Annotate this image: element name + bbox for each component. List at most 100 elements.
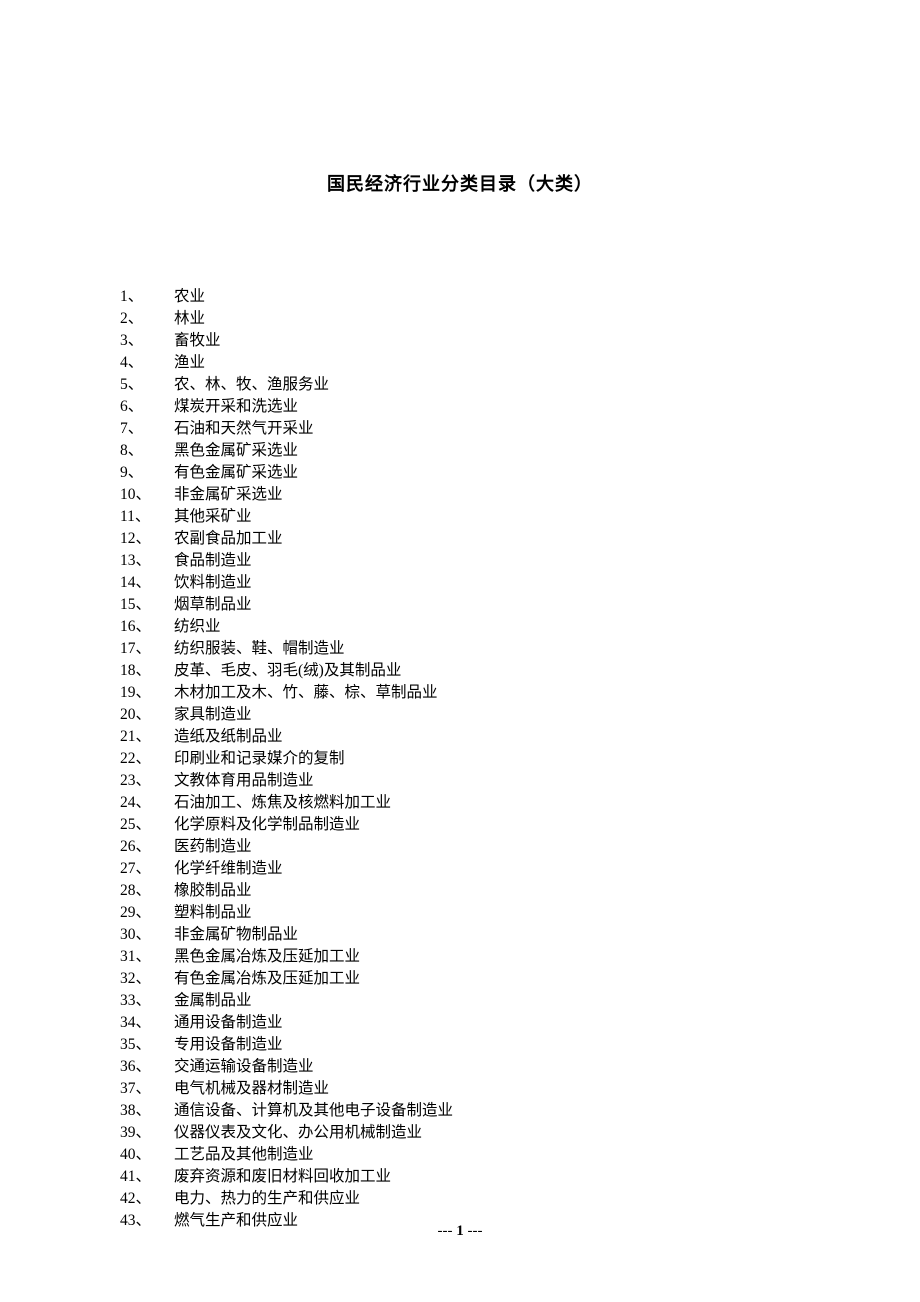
- list-item-label: 石油和天然气开采业: [174, 418, 800, 440]
- list-item: 27、化学纤维制造业: [120, 858, 800, 880]
- list-item-number: 6、: [120, 396, 174, 418]
- list-item: 31、黑色金属冶炼及压延加工业: [120, 946, 800, 968]
- list-item: 21、造纸及纸制品业: [120, 726, 800, 748]
- list-item: 2、林业: [120, 308, 800, 330]
- list-item: 1、农业: [120, 286, 800, 308]
- list-item-number: 40、: [120, 1144, 174, 1166]
- list-item-label: 非金属矿物制品业: [174, 924, 800, 946]
- list-item-number: 5、: [120, 374, 174, 396]
- list-item: 10、非金属矿采选业: [120, 484, 800, 506]
- list-item-label: 有色金属冶炼及压延加工业: [174, 968, 800, 990]
- list-item-number: 22、: [120, 748, 174, 770]
- list-item-label: 林业: [174, 308, 800, 330]
- list-item: 12、农副食品加工业: [120, 528, 800, 550]
- list-item: 3、畜牧业: [120, 330, 800, 352]
- list-item-label: 农、林、牧、渔服务业: [174, 374, 800, 396]
- list-item-number: 15、: [120, 594, 174, 616]
- list-item-number: 35、: [120, 1034, 174, 1056]
- category-list: 1、农业2、林业3、畜牧业4、渔业5、农、林、牧、渔服务业6、煤炭开采和洗选业7…: [120, 286, 800, 1232]
- list-item-label: 石油加工、炼焦及核燃料加工业: [174, 792, 800, 814]
- list-item: 15、烟草制品业: [120, 594, 800, 616]
- page-number: 1: [456, 1223, 464, 1239]
- list-item: 29、塑料制品业: [120, 902, 800, 924]
- list-item-number: 26、: [120, 836, 174, 858]
- list-item: 13、食品制造业: [120, 550, 800, 572]
- list-item: 8、黑色金属矿采选业: [120, 440, 800, 462]
- list-item-number: 17、: [120, 638, 174, 660]
- list-item-label: 工艺品及其他制造业: [174, 1144, 800, 1166]
- list-item-label: 饮料制造业: [174, 572, 800, 594]
- list-item-label: 造纸及纸制品业: [174, 726, 800, 748]
- list-item-number: 34、: [120, 1012, 174, 1034]
- list-item: 24、石油加工、炼焦及核燃料加工业: [120, 792, 800, 814]
- list-item-label: 非金属矿采选业: [174, 484, 800, 506]
- list-item-number: 32、: [120, 968, 174, 990]
- list-item-number: 9、: [120, 462, 174, 484]
- list-item: 22、印刷业和记录媒介的复制: [120, 748, 800, 770]
- list-item-number: 28、: [120, 880, 174, 902]
- list-item: 35、专用设备制造业: [120, 1034, 800, 1056]
- list-item-number: 11、: [120, 506, 174, 528]
- list-item-number: 3、: [120, 330, 174, 352]
- list-item-label: 农业: [174, 286, 800, 308]
- list-item-label: 化学纤维制造业: [174, 858, 800, 880]
- list-item: 38、通信设备、计算机及其他电子设备制造业: [120, 1100, 800, 1122]
- list-item: 42、电力、热力的生产和供应业: [120, 1188, 800, 1210]
- document-page: 国民经济行业分类目录（大类） 1、农业2、林业3、畜牧业4、渔业5、农、林、牧、…: [0, 0, 920, 1232]
- list-item-number: 25、: [120, 814, 174, 836]
- list-item: 5、农、林、牧、渔服务业: [120, 374, 800, 396]
- list-item-label: 煤炭开采和洗选业: [174, 396, 800, 418]
- list-item-number: 8、: [120, 440, 174, 462]
- list-item: 23、文教体育用品制造业: [120, 770, 800, 792]
- list-item-label: 废弃资源和废旧材料回收加工业: [174, 1166, 800, 1188]
- list-item-label: 橡胶制品业: [174, 880, 800, 902]
- list-item-number: 13、: [120, 550, 174, 572]
- list-item: 11、其他采矿业: [120, 506, 800, 528]
- list-item: 28、橡胶制品业: [120, 880, 800, 902]
- list-item-label: 家具制造业: [174, 704, 800, 726]
- list-item: 9、有色金属矿采选业: [120, 462, 800, 484]
- list-item-number: 24、: [120, 792, 174, 814]
- list-item-label: 印刷业和记录媒介的复制: [174, 748, 800, 770]
- list-item: 36、交通运输设备制造业: [120, 1056, 800, 1078]
- page-title: 国民经济行业分类目录（大类）: [120, 170, 800, 196]
- list-item-number: 23、: [120, 770, 174, 792]
- list-item-label: 纺织服装、鞋、帽制造业: [174, 638, 800, 660]
- list-item: 39、仪器仪表及文化、办公用机械制造业: [120, 1122, 800, 1144]
- list-item: 4、渔业: [120, 352, 800, 374]
- list-item-number: 20、: [120, 704, 174, 726]
- list-item-number: 10、: [120, 484, 174, 506]
- list-item: 32、有色金属冶炼及压延加工业: [120, 968, 800, 990]
- list-item: 33、金属制品业: [120, 990, 800, 1012]
- list-item-number: 18、: [120, 660, 174, 682]
- list-item-number: 21、: [120, 726, 174, 748]
- list-item-label: 塑料制品业: [174, 902, 800, 924]
- list-item-label: 黑色金属矿采选业: [174, 440, 800, 462]
- list-item-label: 电力、热力的生产和供应业: [174, 1188, 800, 1210]
- list-item-label: 交通运输设备制造业: [174, 1056, 800, 1078]
- list-item: 26、医药制造业: [120, 836, 800, 858]
- list-item-label: 文教体育用品制造业: [174, 770, 800, 792]
- list-item: 30、非金属矿物制品业: [120, 924, 800, 946]
- page-footer: --- 1 ---: [0, 1223, 920, 1240]
- list-item: 19、木材加工及木、竹、藤、棕、草制品业: [120, 682, 800, 704]
- list-item-label: 通用设备制造业: [174, 1012, 800, 1034]
- list-item-label: 金属制品业: [174, 990, 800, 1012]
- list-item: 16、纺织业: [120, 616, 800, 638]
- list-item: 25、化学原料及化学制品制造业: [120, 814, 800, 836]
- list-item: 7、石油和天然气开采业: [120, 418, 800, 440]
- list-item-label: 食品制造业: [174, 550, 800, 572]
- list-item-number: 37、: [120, 1078, 174, 1100]
- list-item: 6、煤炭开采和洗选业: [120, 396, 800, 418]
- list-item-number: 30、: [120, 924, 174, 946]
- list-item-number: 16、: [120, 616, 174, 638]
- list-item: 41、废弃资源和废旧材料回收加工业: [120, 1166, 800, 1188]
- list-item-label: 仪器仪表及文化、办公用机械制造业: [174, 1122, 800, 1144]
- list-item-label: 电气机械及器材制造业: [174, 1078, 800, 1100]
- list-item-number: 4、: [120, 352, 174, 374]
- list-item-number: 12、: [120, 528, 174, 550]
- footer-left: ---: [438, 1223, 457, 1239]
- list-item-number: 36、: [120, 1056, 174, 1078]
- list-item: 37、电气机械及器材制造业: [120, 1078, 800, 1100]
- list-item: 34、通用设备制造业: [120, 1012, 800, 1034]
